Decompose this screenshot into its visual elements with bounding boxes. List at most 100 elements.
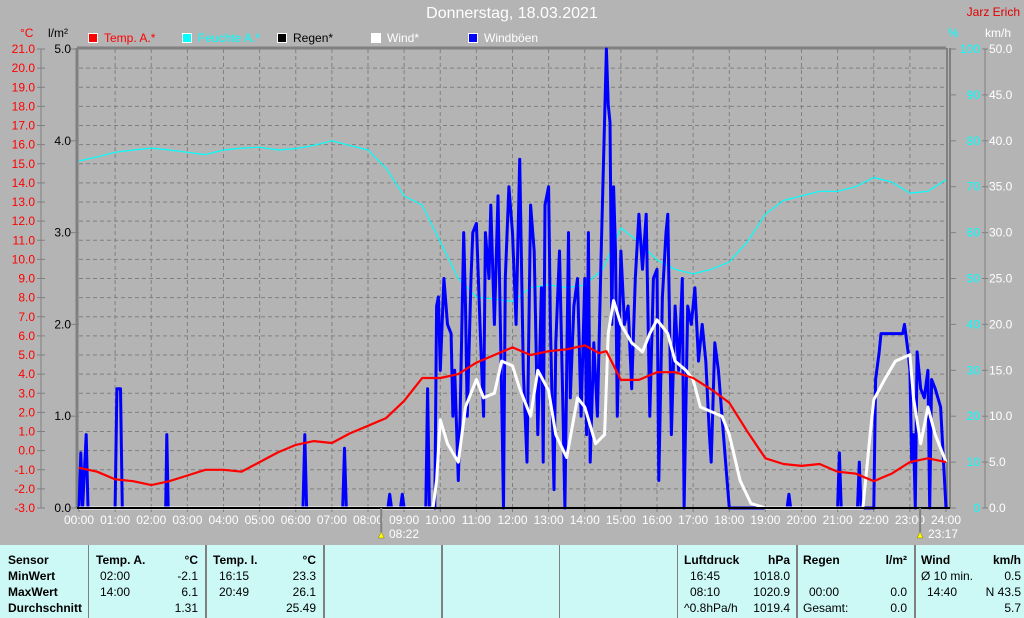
temp-tick-label: 19.0 <box>12 80 36 94</box>
x-tick-label: 07:00 <box>317 513 347 527</box>
temp-tick-label: -2.0 <box>14 482 35 496</box>
humidity-tick-label: 30 <box>967 363 981 377</box>
rain-axis-unit: l/m² <box>48 26 68 40</box>
grid <box>79 49 946 508</box>
sunrise-icon <box>377 531 385 539</box>
temp-i-avg: 25.49 <box>285 601 316 615</box>
x-tick-label: 17:00 <box>678 513 708 527</box>
wind-max: N 43.5 <box>985 585 1021 599</box>
wind-tick-label: 0.0 <box>989 501 1006 515</box>
rain-tick-label: 4.0 <box>54 134 71 148</box>
temp-a-unit: °C <box>184 553 198 567</box>
rain-total-label: Gesamt: <box>803 601 849 615</box>
wind-tick-label: 25.0 <box>989 272 1013 286</box>
x-tick-label: 13:00 <box>534 513 564 527</box>
temp-tick-label: 16.0 <box>12 138 36 152</box>
rain-max-time: 00:00 <box>809 585 840 599</box>
temp-tick-label: 1.0 <box>18 425 35 439</box>
legend-gust: Windböen <box>468 31 538 45</box>
x-tick-label: 08:00 <box>353 513 383 527</box>
x-tick-label: 00:00 <box>64 513 94 527</box>
wind-avg10: 0.5 <box>1004 569 1021 583</box>
x-tick-label: 15:00 <box>606 513 636 527</box>
pressure-min-time: 16:45 <box>690 569 721 583</box>
divider <box>205 545 207 618</box>
temp-i-max-time: 20:49 <box>219 585 250 599</box>
temp-tick-label: 21.0 <box>12 42 36 56</box>
x-tick-label: 05:00 <box>245 513 275 527</box>
pressure-header: Luftdruck <box>684 553 740 567</box>
humidity-tick-label: 10 <box>967 455 981 469</box>
legend-rain: Regen* <box>277 31 333 45</box>
rain-tick-label: 2.0 <box>54 317 71 331</box>
temp-axis-unit: °C <box>20 26 34 40</box>
legend-wind: Wind* <box>371 31 419 45</box>
rain-unit: l/m² <box>885 553 907 567</box>
temp-a-max-time: 14:00 <box>100 585 131 599</box>
temp-a-header: Temp. A. <box>96 553 146 567</box>
pressure-current: 1019.4 <box>753 601 790 615</box>
temp-tick-label: 11.0 <box>13 233 36 247</box>
temp-tick-label: 10.0 <box>12 252 36 266</box>
weather-chart: 21.0 20.0 19.0 18.0 17.0 16.0 15.0 14.0 13.0 12.0… <box>12 42 1013 539</box>
humidity-axis-unit: % <box>948 26 959 40</box>
temp-tick-label: 17.0 <box>12 119 36 133</box>
sensor-header: Sensor <box>8 553 49 567</box>
temp-i-max: 26.1 <box>292 585 316 599</box>
humidity-tick-label: 50 <box>967 272 981 286</box>
humidity-tick-label: 40 <box>967 317 981 331</box>
temp-tick-label: 3.0 <box>18 386 35 400</box>
x-tick-label: 20:00 <box>786 513 816 527</box>
wind-axis-unit: km/h <box>985 26 1012 40</box>
sunrise-time: 08:22 <box>389 527 420 541</box>
temp-tick-label: 13.0 <box>12 195 36 209</box>
x-tick-label: 01:00 <box>100 513 130 527</box>
divider <box>559 545 560 618</box>
humidity-tick-label: 80 <box>967 134 981 148</box>
x-tick-label: 12:00 <box>497 513 527 527</box>
x-tick-label: 06:00 <box>281 513 311 527</box>
temp-tick-label: 15.0 <box>12 157 36 171</box>
stats-table: Sensor MinWert MaxWert Durchschnitt Temp… <box>0 545 1024 618</box>
humidity-tick-label: 70 <box>967 180 981 194</box>
wind-unit: km/h <box>992 553 1021 567</box>
rain-tick-label: 3.0 <box>54 226 71 240</box>
legend-swatch <box>182 33 192 43</box>
min-row-label: MinWert <box>8 569 56 583</box>
x-tick-label: 21:00 <box>823 513 853 527</box>
legend-swatch <box>371 33 381 43</box>
wind-tick-label: 10.0 <box>989 409 1013 423</box>
legend-swatch <box>88 33 98 43</box>
pressure-max: 1020.9 <box>753 585 790 599</box>
pressure-min: 1018.0 <box>753 569 790 583</box>
rain-tick-label: 5.0 <box>54 42 71 56</box>
chart-title: Donnerstag, 18.03.2021 <box>426 5 598 22</box>
wind-tick-label: 20.0 <box>989 317 1013 331</box>
temp-i-unit: °C <box>302 553 316 567</box>
temp-tick-label: 12.0 <box>12 214 36 228</box>
temp-tick-label: 7.0 <box>18 310 35 324</box>
wind-tick-label: 45.0 <box>989 88 1013 102</box>
temp-tick-label: 2.0 <box>18 405 35 419</box>
temp-tick-label: 0.0 <box>18 444 35 458</box>
wind-tick-label: 35.0 <box>989 180 1013 194</box>
max-row-label: MaxWert <box>8 585 58 599</box>
x-tick-label: 03:00 <box>172 513 202 527</box>
temp-tick-label: 14.0 <box>12 176 36 190</box>
pressure-trend: ^0.8hPa/h <box>684 601 738 615</box>
temp-i-min: 23.3 <box>292 569 316 583</box>
temp-tick-label: 20.0 <box>12 61 36 75</box>
x-tick-label: 22:00 <box>859 513 889 527</box>
wind-avg: 5.7 <box>1004 601 1021 615</box>
pressure-max-time: 08:10 <box>690 585 721 599</box>
humidity-tick-label: 60 <box>967 226 981 240</box>
sunset-time: 23:17 <box>928 527 959 541</box>
x-tick-label: 19:00 <box>750 513 780 527</box>
x-tick-label: 14:00 <box>570 513 600 527</box>
x-tick-label: 18:00 <box>714 513 744 527</box>
station-author: Jarz Erich <box>966 5 1020 19</box>
x-tick-label: 10:00 <box>425 513 455 527</box>
temp-tick-label: 18.0 <box>12 99 36 113</box>
divider <box>323 545 325 618</box>
temp-i-min-time: 16:15 <box>219 569 250 583</box>
